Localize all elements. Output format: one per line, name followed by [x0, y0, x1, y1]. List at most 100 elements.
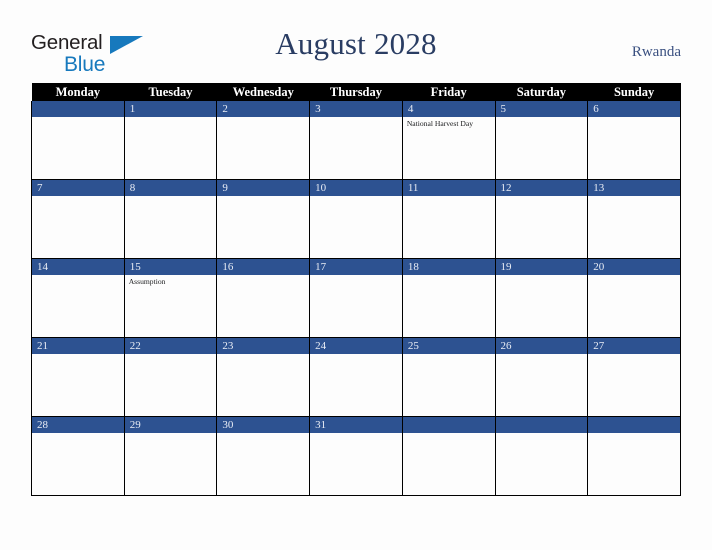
day-number: 13: [588, 180, 680, 196]
day-events: [32, 117, 124, 179]
event-label: National Harvest Day: [406, 119, 474, 128]
day-number: 28: [32, 417, 124, 433]
day-cell[interactable]: 14: [31, 258, 125, 338]
day-events: [496, 433, 588, 495]
day-cell[interactable]: 30: [216, 416, 311, 496]
day-cell[interactable]: 13: [587, 179, 681, 259]
day-events: [310, 117, 402, 179]
day-number: 1: [124, 101, 217, 117]
weekday-header-thursday: Thursday: [309, 83, 403, 101]
day-number: 21: [32, 338, 124, 354]
day-cell[interactable]: 26: [494, 337, 589, 417]
day-events: [32, 196, 124, 258]
day-cell[interactable]: 29: [123, 416, 218, 496]
day-cell[interactable]: 6: [587, 101, 681, 180]
day-number: 10: [310, 180, 402, 196]
day-number: 12: [495, 180, 588, 196]
weekday-header-row: Monday Tuesday Wednesday Thursday Friday…: [31, 83, 681, 101]
day-events: [125, 354, 217, 416]
day-events: [588, 433, 680, 495]
country-label: Rwanda: [631, 44, 681, 60]
day-events: [496, 117, 588, 179]
day-cell[interactable]: 23: [216, 337, 311, 417]
day-number: 11: [402, 180, 495, 196]
day-cell[interactable]: 31: [309, 416, 403, 496]
day-number: 18: [402, 259, 495, 275]
day-events: [588, 275, 680, 337]
day-cell[interactable]: 17: [309, 258, 403, 338]
day-cell[interactable]: [401, 416, 496, 496]
day-events: [217, 117, 309, 179]
day-number: 31: [310, 417, 402, 433]
day-cell[interactable]: 24: [309, 337, 403, 417]
day-cell[interactable]: 21: [31, 337, 125, 417]
day-cell[interactable]: 19: [494, 258, 589, 338]
day-cell[interactable]: 18: [401, 258, 496, 338]
day-events: [496, 354, 588, 416]
day-events: [588, 117, 680, 179]
day-events: [217, 275, 309, 337]
day-events: [588, 196, 680, 258]
day-cell[interactable]: 2: [216, 101, 311, 180]
weekday-header-saturday: Saturday: [495, 83, 588, 101]
day-cell[interactable]: [31, 101, 125, 180]
day-events: [403, 275, 495, 337]
calendar-body: 1 2 3 4 National Harvest Day 5 6 7 8 9 1…: [31, 101, 681, 496]
calendar-week-row: 21 22 23 24 25 26 27: [31, 337, 681, 417]
day-events: [310, 275, 402, 337]
day-cell[interactable]: [494, 416, 589, 496]
calendar-week-row: 28 29 30 31: [31, 416, 681, 496]
day-cell[interactable]: 25: [401, 337, 496, 417]
day-events: [403, 354, 495, 416]
day-cell[interactable]: 10: [309, 179, 403, 259]
day-number: 7: [32, 180, 124, 196]
day-events: [496, 196, 588, 258]
day-cell[interactable]: 20: [587, 258, 681, 338]
day-cell[interactable]: 27: [587, 337, 681, 417]
calendar-week-row: 7 8 9 10 11 12 13: [31, 179, 681, 259]
day-number: 23: [217, 338, 310, 354]
day-cell[interactable]: [587, 416, 681, 496]
day-number: 30: [217, 417, 310, 433]
day-cell[interactable]: 4 National Harvest Day: [401, 101, 496, 180]
day-cell[interactable]: 1: [123, 101, 218, 180]
day-events: [32, 433, 124, 495]
day-events: [217, 354, 309, 416]
day-cell[interactable]: 3: [309, 101, 403, 180]
day-events: [310, 433, 402, 495]
calendar-week-row: 14 15 Assumption 16 17 18 19 20: [31, 258, 681, 338]
day-cell[interactable]: 8: [123, 179, 218, 259]
day-events: [588, 354, 680, 416]
day-events: [403, 433, 495, 495]
weekday-header-tuesday: Tuesday: [124, 83, 217, 101]
day-cell[interactable]: 15 Assumption: [123, 258, 218, 338]
day-number: 14: [32, 259, 124, 275]
weekday-header-monday: Monday: [31, 83, 125, 101]
day-cell[interactable]: 12: [494, 179, 589, 259]
day-cell[interactable]: 7: [31, 179, 125, 259]
page-header: General Blue August 2028 Rwanda: [0, 0, 712, 83]
day-number: 20: [588, 259, 680, 275]
day-number: 9: [217, 180, 310, 196]
day-number: 27: [588, 338, 680, 354]
day-cell[interactable]: 9: [216, 179, 311, 259]
day-events: [32, 275, 124, 337]
day-events: [496, 275, 588, 337]
day-cell[interactable]: 16: [216, 258, 311, 338]
day-number: [402, 417, 495, 433]
page-title: August 2028: [275, 26, 437, 61]
day-events: Assumption: [125, 275, 217, 337]
day-events: [217, 196, 309, 258]
weekday-header-sunday: Sunday: [587, 83, 681, 101]
day-cell[interactable]: 22: [123, 337, 218, 417]
day-cell[interactable]: 5: [494, 101, 589, 180]
day-number: 22: [124, 338, 217, 354]
day-number: 8: [124, 180, 217, 196]
day-cell[interactable]: 28: [31, 416, 125, 496]
calendar-week-row: 1 2 3 4 National Harvest Day 5 6: [31, 101, 681, 180]
day-number: 16: [217, 259, 310, 275]
day-events: [125, 117, 217, 179]
day-cell[interactable]: 11: [401, 179, 496, 259]
day-number: 19: [495, 259, 588, 275]
day-number: 25: [402, 338, 495, 354]
